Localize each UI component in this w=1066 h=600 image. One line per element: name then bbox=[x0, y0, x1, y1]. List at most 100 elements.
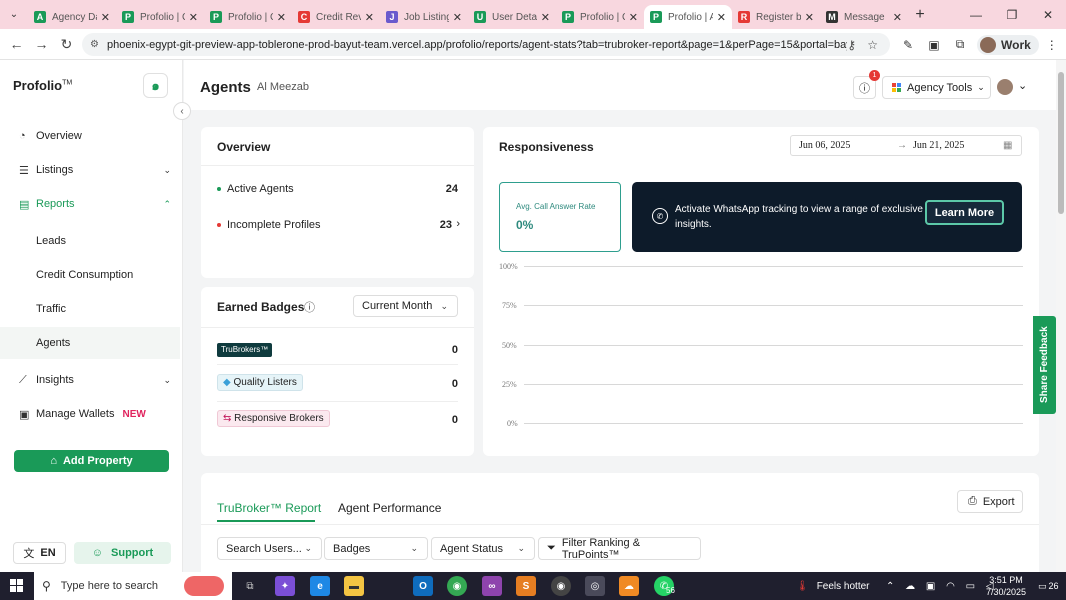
search-users-select[interactable]: Search Users... ⌄ bbox=[217, 537, 322, 560]
sidebar-item-agents[interactable]: Agents bbox=[0, 327, 180, 359]
browser-tab[interactable]: P Profolio | C ✕ bbox=[556, 5, 644, 29]
whatsapp-count: 56 bbox=[666, 586, 675, 595]
password-key-icon[interactable]: ⚷ bbox=[847, 38, 856, 52]
close-tab-icon[interactable]: ✕ bbox=[629, 11, 638, 24]
edge-icon[interactable]: e bbox=[310, 576, 330, 596]
close-tab-icon[interactable]: ✕ bbox=[365, 11, 374, 24]
date-from[interactable]: Jun 06, 2025 bbox=[799, 140, 897, 151]
url-field[interactable]: ⚙ phoenix-egypt-git-preview-app-tobleron… bbox=[82, 33, 890, 56]
export-button[interactable]: ⎙ Export bbox=[957, 490, 1023, 513]
notifications-button[interactable]: ⓘ 1 bbox=[853, 70, 880, 99]
puzzle-extensions-icon[interactable]: ⧉ bbox=[947, 37, 973, 52]
badges-filter-select[interactable]: Badges ⌄ bbox=[324, 537, 428, 560]
tab-list-menu-icon[interactable]: ⌄ bbox=[0, 0, 28, 29]
calendar-icon[interactable]: ▦ bbox=[1003, 140, 1012, 151]
maximize-icon[interactable]: ❐ bbox=[994, 0, 1030, 29]
add-property-button[interactable]: ⌂ Add Property bbox=[14, 450, 169, 472]
toolbar-extensions: ✎ ▣ ⧉ Work ⋮ bbox=[895, 29, 1065, 60]
close-tab-icon[interactable]: ✕ bbox=[893, 11, 902, 24]
site-info-icon[interactable]: ⚙ bbox=[90, 39, 99, 50]
task-view-icon[interactable]: ⧉ bbox=[240, 576, 260, 596]
sidebar-item-traffic[interactable]: Traffic bbox=[0, 293, 183, 325]
date-to[interactable]: Jun 21, 2025 bbox=[913, 140, 1003, 151]
forward-icon[interactable]: → bbox=[29, 36, 54, 52]
tab-agent-performance[interactable]: Agent Performance bbox=[338, 501, 441, 515]
badge-period-select[interactable]: Current Month ⌄ bbox=[353, 295, 458, 317]
search-highlight-icon bbox=[184, 576, 224, 596]
tab-favicon-icon: U bbox=[474, 11, 486, 23]
close-tab-icon[interactable]: ✕ bbox=[189, 11, 198, 24]
page-scrollbar[interactable] bbox=[1056, 60, 1066, 572]
pen-extension-icon[interactable]: ✎ bbox=[895, 38, 921, 52]
sidebar-item-credit-consumption[interactable]: Credit Consumption bbox=[0, 259, 183, 291]
browser-tab[interactable]: P Profolio | C ✕ bbox=[204, 5, 292, 29]
user-avatar[interactable] bbox=[997, 79, 1013, 95]
collapse-sidebar-button[interactable]: ‹ bbox=[173, 102, 191, 120]
close-tab-icon[interactable]: ✕ bbox=[277, 11, 286, 24]
browser-tab[interactable]: U User Deta ✕ bbox=[468, 5, 556, 29]
close-tab-icon[interactable]: ✕ bbox=[541, 11, 550, 24]
back-icon[interactable]: ← bbox=[4, 36, 29, 52]
outlook-icon[interactable]: O bbox=[413, 576, 433, 596]
sidebar-item-manage-wallets[interactable]: ▣ Manage Wallets NEW bbox=[0, 398, 183, 430]
notification-center[interactable]: ▭ 26 bbox=[1038, 572, 1059, 600]
browser-tab[interactable]: M Message ✕ bbox=[820, 5, 908, 29]
chevron-down-icon: ⌄ bbox=[163, 164, 171, 175]
sidebar-item-leads[interactable]: Leads bbox=[0, 225, 183, 257]
bookmark-star-icon[interactable]: ☆ bbox=[867, 38, 878, 52]
browser-tab[interactable]: C Credit Rev ✕ bbox=[292, 5, 380, 29]
extension-icon[interactable]: ▣ bbox=[921, 38, 947, 52]
sidebar-item-insights[interactable]: ⟋ Insights ⌄ bbox=[0, 364, 183, 396]
filter-ranking-button[interactable]: ⏷ Filter Ranking & TruPoints™ bbox=[538, 537, 701, 561]
agency-tools-dropdown[interactable]: Agency Tools ⌄ bbox=[882, 76, 991, 99]
windows-start-icon[interactable] bbox=[10, 579, 23, 592]
date-range-picker[interactable]: Jun 06, 2025 → Jun 21, 2025 ▦ bbox=[790, 135, 1022, 156]
system-tray-icons[interactable]: ⌃ ☁ ▣ ◠ ▭ ◁ bbox=[886, 572, 998, 600]
copilot-icon[interactable]: ✦ bbox=[275, 576, 295, 596]
close-tab-icon[interactable]: ✕ bbox=[453, 11, 462, 24]
active-agents-row[interactable]: Active Agents bbox=[217, 183, 294, 195]
chrome-active-icon[interactable]: ◎ bbox=[585, 576, 605, 596]
close-tab-icon[interactable]: ✕ bbox=[101, 11, 110, 24]
cloudflare-icon[interactable]: ☁ bbox=[619, 576, 639, 596]
chevron-down-icon[interactable]: ⌄ bbox=[1018, 79, 1027, 92]
tab-trubroker-report[interactable]: TruBroker™ Report bbox=[217, 501, 321, 515]
learn-more-button[interactable]: Learn More bbox=[925, 200, 1004, 225]
chevron-right-icon[interactable]: › bbox=[456, 218, 460, 230]
profile-button[interactable]: Work bbox=[977, 34, 1039, 55]
support-button[interactable]: ☺ Support bbox=[74, 542, 171, 564]
sidebar-item-reports[interactable]: ▤ Reports ⌃ bbox=[0, 188, 183, 220]
profolio-badge-icon[interactable]: ๑ bbox=[143, 73, 168, 98]
info-icon[interactable]: ⓘ bbox=[304, 299, 315, 315]
browser-menu-icon[interactable]: ⋮ bbox=[1039, 38, 1065, 52]
sidebar-item-overview[interactable]: ◔ Overview bbox=[0, 120, 183, 152]
close-tab-icon[interactable]: ✕ bbox=[805, 11, 814, 24]
share-feedback-button[interactable]: Share Feedback bbox=[1033, 316, 1056, 414]
visual-studio-icon[interactable]: ∞ bbox=[482, 576, 502, 596]
scrollbar-thumb[interactable] bbox=[1058, 72, 1064, 214]
sidebar-item-label: Manage Wallets bbox=[36, 408, 115, 420]
close-window-icon[interactable]: ✕ bbox=[1030, 0, 1066, 29]
chrome-profile-icon[interactable]: ◉ bbox=[551, 576, 571, 596]
sublime-icon[interactable]: S bbox=[516, 576, 536, 596]
browser-tab[interactable]: A Agency Da ✕ bbox=[28, 5, 116, 29]
close-tab-icon[interactable]: ✕ bbox=[717, 11, 726, 24]
incomplete-profiles-row[interactable]: Incomplete Profiles bbox=[217, 219, 321, 231]
sidebar-item-listings[interactable]: ☰ Listings ⌄ bbox=[0, 154, 183, 186]
chrome-icon[interactable]: ◉ bbox=[447, 576, 467, 596]
weather-widget[interactable]: 🌡 Feels hotter bbox=[796, 572, 870, 600]
browser-tab[interactable]: P Profolio | A ✕ bbox=[644, 5, 732, 29]
browser-tab[interactable]: P Profolio | C ✕ bbox=[116, 5, 204, 29]
reload-icon[interactable]: ↻ bbox=[54, 36, 79, 53]
minimize-icon[interactable]: — bbox=[958, 0, 994, 29]
agent-status-select[interactable]: Agent Status ⌄ bbox=[431, 537, 535, 560]
taskbar-search[interactable]: ⚲ Type here to search bbox=[34, 572, 232, 600]
language-button[interactable]: 文 EN bbox=[13, 542, 66, 564]
tab-title: Register b bbox=[756, 11, 801, 23]
new-tab-button[interactable]: + bbox=[908, 6, 932, 24]
browser-tab[interactable]: J Job Listing ✕ bbox=[380, 5, 468, 29]
browser-tab[interactable]: R Register b ✕ bbox=[732, 5, 820, 29]
clock[interactable]: 3:51 PM 7/30/2025 bbox=[986, 572, 1026, 600]
file-explorer-icon[interactable]: ▬ bbox=[344, 576, 364, 596]
incomplete-profiles-value[interactable]: 23 bbox=[440, 219, 452, 231]
